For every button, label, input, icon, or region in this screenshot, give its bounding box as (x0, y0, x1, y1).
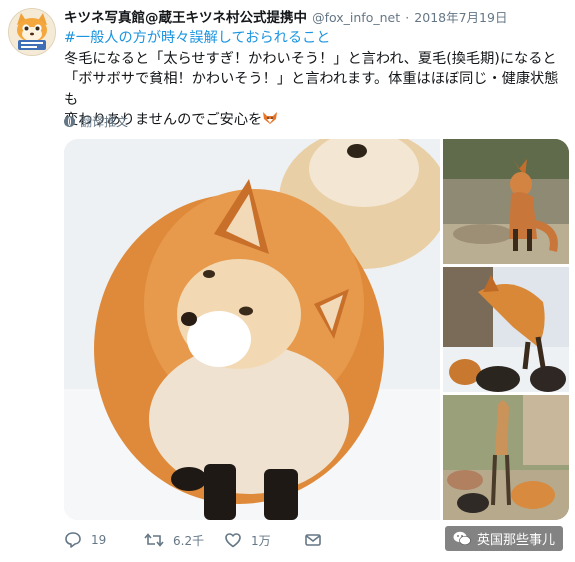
author-handle[interactable]: @fox_info_net (312, 10, 400, 25)
watermark-label: 英国那些事儿 (476, 533, 555, 548)
translate-tweet-link[interactable]: 翻译推文 (64, 113, 128, 130)
wechat-icon (453, 531, 471, 546)
jumping-fox-photo[interactable] (443, 267, 569, 392)
retweet-icon (144, 533, 164, 547)
reply-icon (65, 532, 81, 548)
avatar[interactable] (8, 8, 56, 56)
direct-message-button[interactable] (304, 531, 322, 549)
reply-count: 19 (91, 533, 107, 547)
heart-icon (225, 533, 241, 548)
tweet-text-line-2: 「ボサボサで貧相！かわいそう！」と言われます。体重はほぼ同じ・健康状態も (64, 71, 559, 108)
globe-icon (64, 116, 75, 127)
tweet-date[interactable]: 2018年7月19日 (414, 10, 507, 25)
author-display-name[interactable]: キツネ写真館@蔵王キツネ村公式提携中 (64, 10, 307, 26)
like-button[interactable]: 1万 (224, 531, 271, 549)
fox-emoji-icon (262, 112, 278, 128)
reply-button[interactable]: 19 (64, 531, 106, 549)
separator-dot: · (405, 10, 410, 25)
translate-label: 翻译推文 (80, 115, 129, 129)
summer-fox-photo[interactable] (443, 139, 569, 264)
tweet-text-line-1: 冬毛になると「太らせすぎ！かわいそう！」と言われ、夏毛(換毛期)になると (64, 50, 557, 67)
media-grid (64, 139, 569, 520)
tweet-text: #一般人の方が時々誤解しておられること 冬毛になると「太らせすぎ！かわいそう！」… (64, 28, 569, 131)
fox-group-photo[interactable] (443, 395, 569, 520)
hashtag-link[interactable]: #一般人の方が時々誤解しておられること (64, 28, 569, 49)
wechat-watermark: 英国那些事儿 (444, 526, 563, 551)
winter-fox-photo[interactable] (64, 139, 440, 520)
tweet-text-line-3: 変わりありませんのでご安心を (64, 110, 569, 131)
retweet-button[interactable]: 6.2千 (144, 531, 204, 549)
envelope-icon (305, 534, 321, 546)
retweet-count: 6.2千 (173, 533, 205, 548)
fox-mascot-avatar (9, 9, 55, 55)
tweet-header: キツネ写真館@蔵王キツネ村公式提携中 @fox_info_net · 2018年… (64, 6, 565, 26)
like-count: 1万 (251, 533, 271, 548)
